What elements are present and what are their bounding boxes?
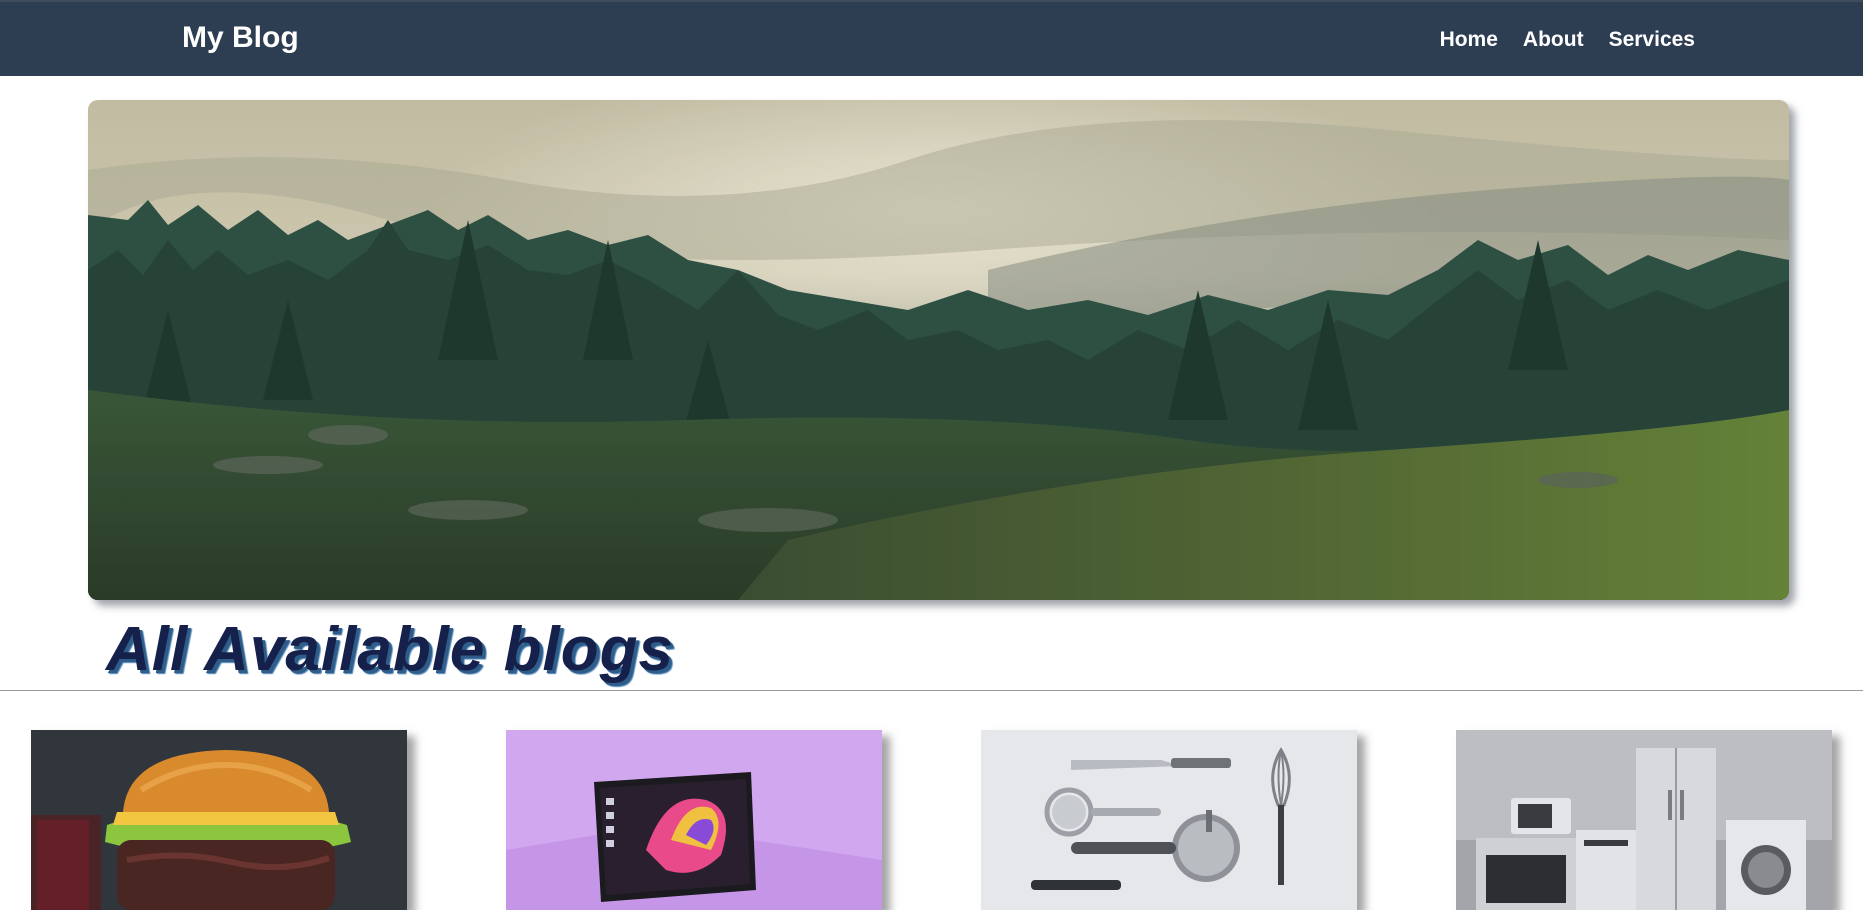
section-divider (0, 690, 1863, 691)
blog-card-kitchen-utensils[interactable] (981, 730, 1357, 910)
nav-link-services[interactable]: Services (1609, 28, 1695, 52)
kitchen-utensils-image (981, 730, 1357, 910)
blog-card-burger[interactable] (31, 730, 407, 910)
nav-link-home[interactable]: Home (1440, 28, 1498, 52)
burger-image (31, 730, 407, 910)
laptop-image (506, 730, 882, 910)
home-appliances-image (1456, 730, 1832, 910)
hero-banner-image (88, 100, 1789, 600)
top-navbar: My Blog Home About Services (0, 0, 1863, 76)
nav-link-about[interactable]: About (1523, 28, 1584, 52)
nav-links: Home About Services (1440, 28, 1695, 52)
blog-card-home-appliances[interactable] (1456, 730, 1832, 910)
brand-logo-text[interactable]: My Blog (182, 21, 299, 55)
blog-card-laptop[interactable] (506, 730, 882, 910)
section-title: All Available blogs (106, 615, 674, 684)
